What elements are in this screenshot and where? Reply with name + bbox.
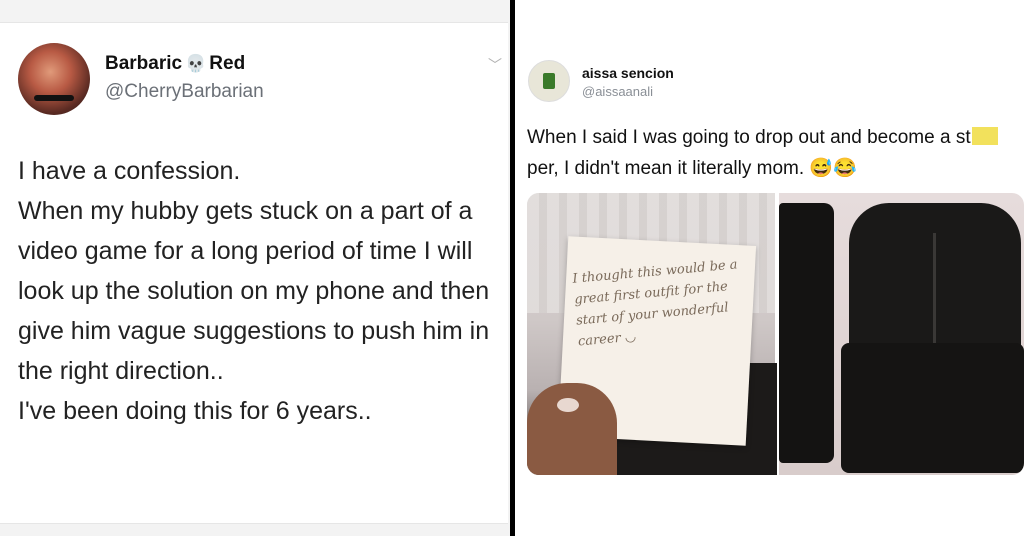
tweet-text-part1: When I said I was going to drop out and … (527, 127, 971, 148)
display-name[interactable]: aissa sencion (582, 65, 674, 81)
left-tweet-card: Barbaric 💀 Red @CherryBarbarian ﹀ I have a… (0, 22, 508, 524)
photo-note[interactable]: I thought this would be a great first ou… (527, 193, 777, 475)
emoji: 😅😂 (809, 158, 857, 179)
censor-bar (971, 127, 998, 145)
user-handle[interactable]: @aissaanali (582, 84, 653, 99)
note-text: I thought this would be a great first ou… (571, 257, 739, 350)
display-name-first: Barbaric (105, 53, 183, 74)
tweet-text-part2: per, I didn't mean it literally mom. (527, 158, 805, 179)
chevron-down-icon[interactable]: ﹀ (488, 55, 502, 75)
display-name[interactable]: Barbaric 💀 Red (105, 53, 245, 75)
avatar[interactable] (528, 60, 570, 102)
avatar[interactable] (18, 43, 90, 115)
photo-outfit[interactable] (779, 193, 1024, 475)
tweet-line: I've been doing this for 6 years.. (18, 397, 372, 425)
display-name-last: Red (209, 53, 246, 74)
media-grid: I thought this would be a great first ou… (527, 193, 1024, 475)
left-tweet-panel: Barbaric 💀 Red @CherryBarbarian ﹀ I have a… (0, 0, 510, 536)
right-tweet-panel: aissa sencion @aissaanali When I said I … (515, 0, 1024, 536)
tweet-line: When my hubby gets stuck on a part of a … (18, 197, 490, 385)
tweet-line: I have a confession. (18, 157, 241, 185)
tweet-text: When I said I was going to drop out and … (527, 122, 1024, 184)
skull-icon: 💀 (185, 54, 207, 73)
tweet-text: I have a confession. When my hubby gets … (18, 151, 508, 431)
user-handle[interactable]: @CherryBarbarian (105, 81, 264, 103)
